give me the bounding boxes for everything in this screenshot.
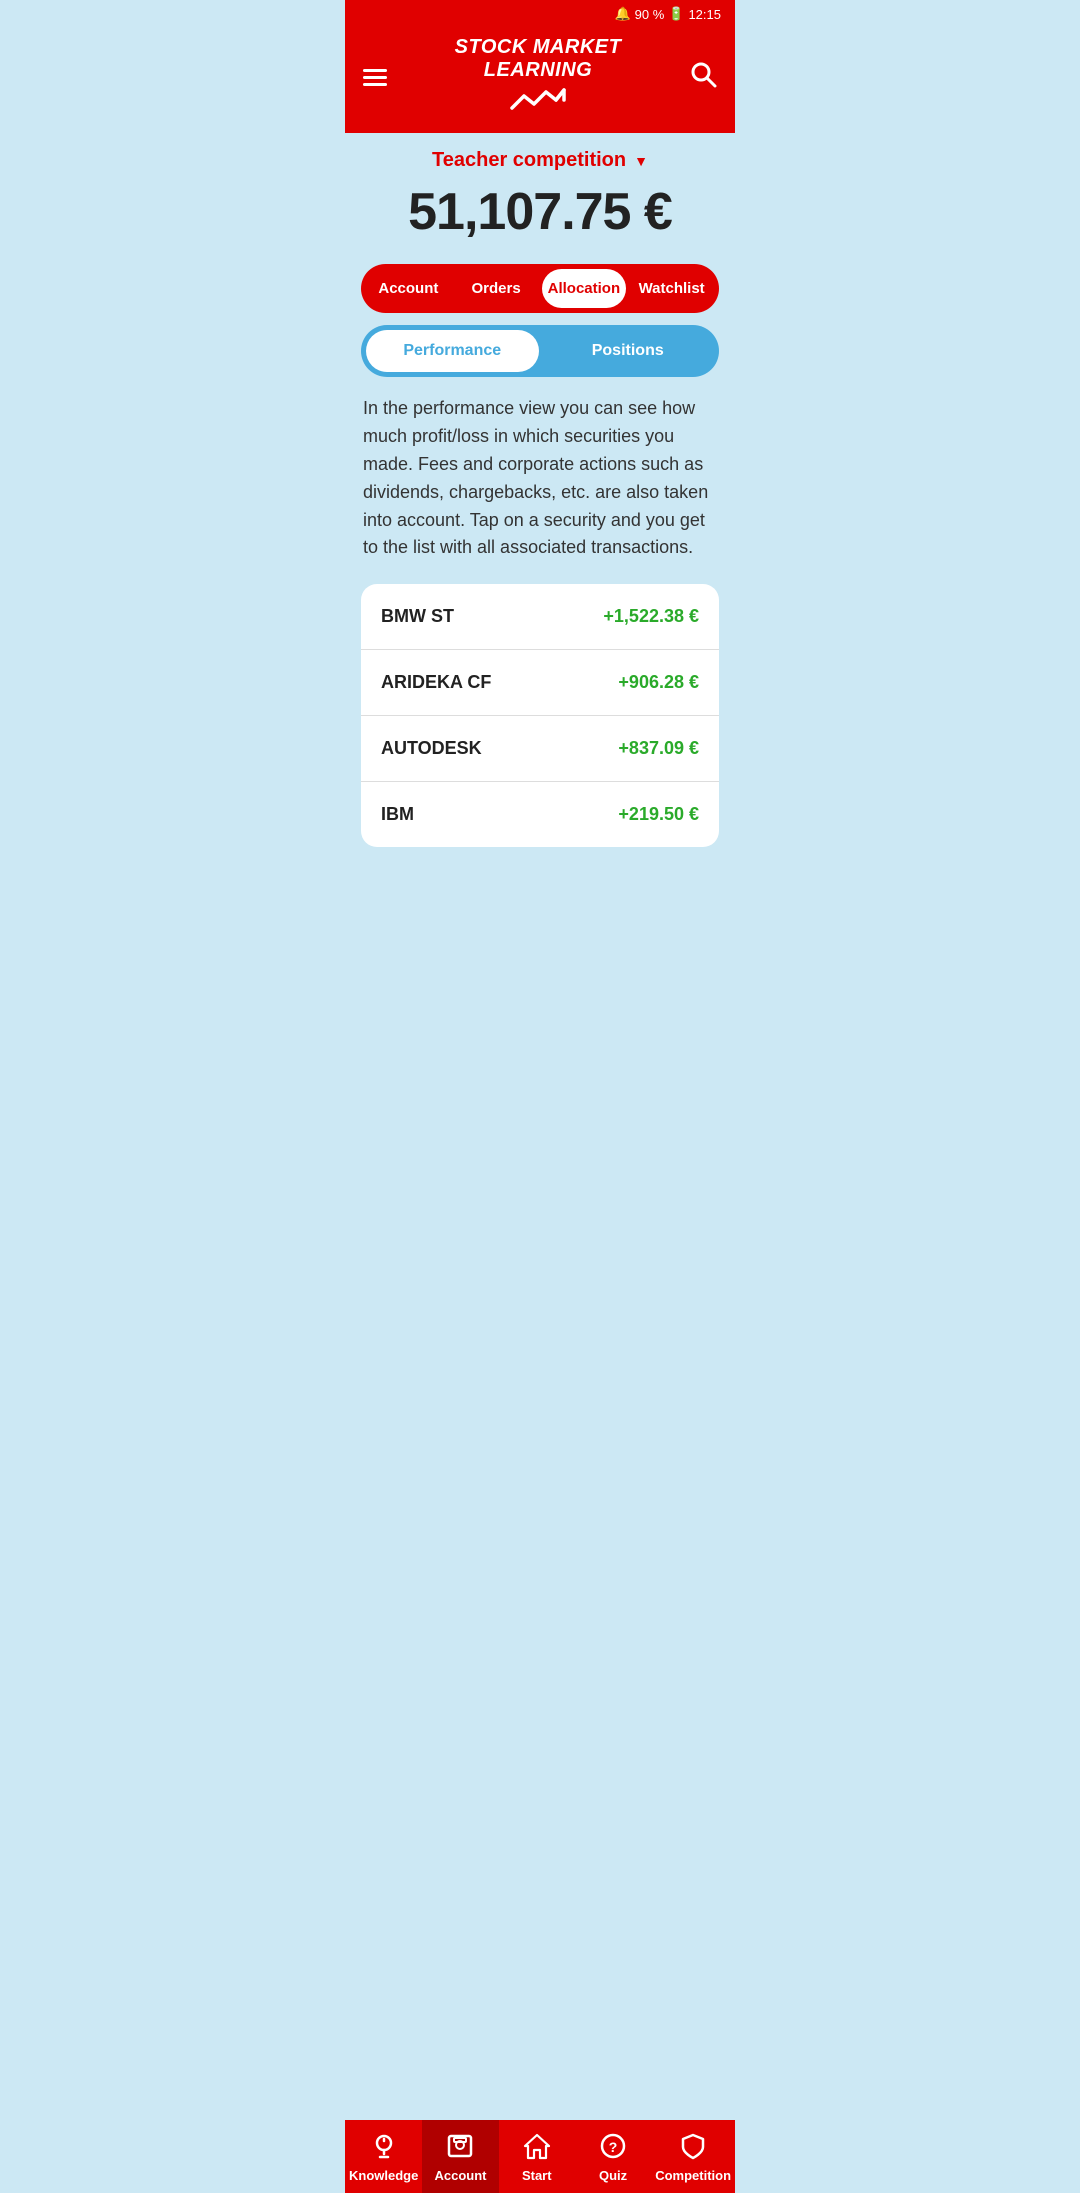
shield-icon [679,2132,707,2164]
time-display: 12:15 [688,7,721,22]
search-button[interactable] [689,60,717,95]
bottom-nav: Knowledge Account Start ? Quiz [345,2120,735,2193]
home-icon [523,2132,551,2164]
description-text: In the performance view you can see how … [361,395,719,562]
perf-item-autodesk[interactable]: AUTODESK +837.09 € [361,716,719,782]
nav-account[interactable]: Account [422,2120,498,2193]
main-content: Teacher competition ▼ 51,107.75 € Accoun… [345,133,735,927]
perf-item-bmw[interactable]: BMW ST +1,522.38 € [361,584,719,650]
nav-start[interactable]: Start [499,2120,575,2193]
dropdown-arrow-icon: ▼ [634,153,648,169]
app-header: STOCK MARKET LEARNING [345,28,735,133]
bell-icon: 🔔 [614,6,630,22]
nav-competition-label: Competition [655,2168,731,2183]
perf-value-ibm: +219.50 € [618,804,699,825]
knowledge-icon [370,2132,398,2164]
menu-line-3 [363,83,387,86]
quiz-icon: ? [599,2132,627,2164]
primary-tabs: Account Orders Allocation Watchlist [361,264,719,313]
battery-icon: 🔋 [668,6,684,22]
nav-quiz-label: Quiz [599,2168,627,2183]
nav-knowledge-label: Knowledge [349,2168,418,2183]
menu-button[interactable] [363,69,387,86]
bottom-spacer [361,847,719,927]
app-brand: STOCK MARKET LEARNING [455,36,622,119]
menu-line-1 [363,69,387,72]
nav-quiz[interactable]: ? Quiz [575,2120,651,2193]
status-bar: 🔔 90 % 🔋 12:15 [345,0,735,28]
app-title: STOCK MARKET LEARNING [455,36,622,82]
balance-display: 51,107.75 € [361,182,719,242]
performance-list: BMW ST +1,522.38 € ARIDEKA CF +906.28 € … [361,584,719,847]
account-icon [446,2132,474,2164]
perf-value-arideka: +906.28 € [618,672,699,693]
perf-value-autodesk: +837.09 € [618,738,699,759]
nav-account-label: Account [434,2168,486,2183]
perf-item-arideka[interactable]: ARIDEKA CF +906.28 € [361,650,719,716]
perf-item-ibm[interactable]: IBM +219.50 € [361,782,719,847]
nav-knowledge[interactable]: Knowledge [345,2120,422,2193]
nav-competition[interactable]: Competition [651,2120,735,2193]
menu-line-2 [363,76,387,79]
competition-label-text: Teacher competition [432,149,626,172]
tab-performance[interactable]: Performance [366,330,539,372]
secondary-tabs: Performance Positions [361,325,719,377]
battery-text: 90 % [635,7,665,22]
perf-name-autodesk: AUTODESK [381,738,482,759]
tab-positions[interactable]: Positions [542,330,715,372]
nav-start-label: Start [522,2168,552,2183]
perf-value-bmw: +1,522.38 € [603,606,699,627]
perf-name-arideka: ARIDEKA CF [381,672,491,693]
status-icons: 🔔 90 % 🔋 12:15 [614,6,721,22]
perf-name-bmw: BMW ST [381,606,454,627]
competition-selector[interactable]: Teacher competition ▼ [361,149,719,172]
tab-watchlist[interactable]: Watchlist [629,269,714,308]
svg-text:?: ? [609,2139,618,2155]
tab-orders[interactable]: Orders [454,269,539,308]
tab-allocation[interactable]: Allocation [542,269,627,308]
perf-name-ibm: IBM [381,804,414,825]
tab-account[interactable]: Account [366,269,451,308]
chart-icon [510,86,566,119]
